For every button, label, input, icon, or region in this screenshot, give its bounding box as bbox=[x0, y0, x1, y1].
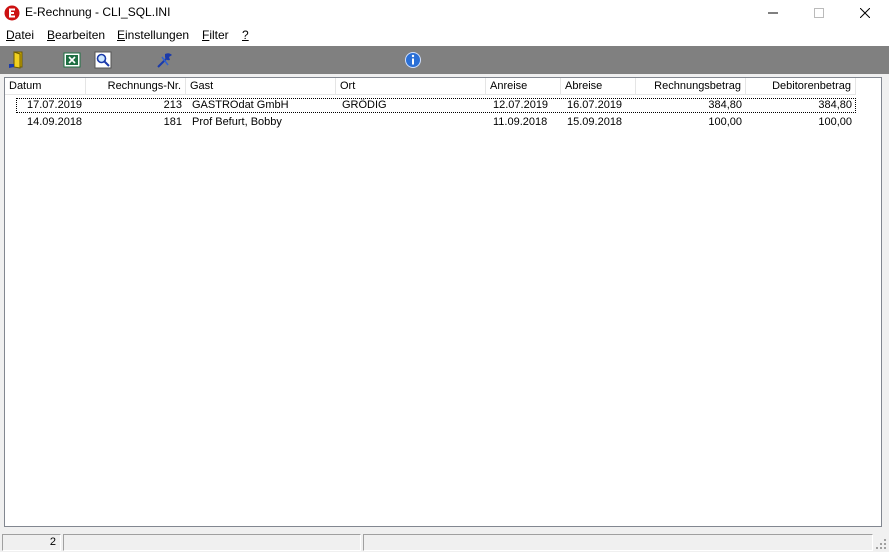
toolbar bbox=[0, 46, 889, 74]
column-header-debitorenbetrag[interactable]: Debitorenbetrag bbox=[746, 78, 856, 95]
tools-icon[interactable] bbox=[156, 51, 174, 69]
cell-rechnungsbetrag: 384,80 bbox=[708, 99, 742, 111]
status-bar: 2 bbox=[0, 531, 889, 552]
app-logo-icon bbox=[4, 5, 20, 21]
exit-door-icon[interactable] bbox=[9, 51, 27, 69]
menu-filter[interactable]: Filter bbox=[202, 28, 229, 42]
menu-help[interactable]: ? bbox=[242, 28, 249, 42]
cell-abreise: 16.07.2019 bbox=[567, 99, 623, 111]
column-header-datum[interactable]: Datum bbox=[5, 78, 86, 95]
cell-ort bbox=[338, 116, 486, 130]
close-icon bbox=[860, 8, 870, 18]
cell-datum: 17.07.2019 bbox=[27, 99, 83, 111]
menu-bearbeiten[interactable]: Bearbeiten bbox=[47, 28, 105, 42]
column-header-anreise[interactable]: Anreise bbox=[486, 78, 561, 95]
cell-ort: GRÖDIG bbox=[342, 99, 387, 111]
resize-grip-icon[interactable] bbox=[875, 538, 887, 550]
cell-debitorenbetrag: 100,00 bbox=[818, 116, 852, 128]
menu-bar: Datei Bearbeiten Einstellungen Filter ? bbox=[0, 26, 889, 46]
minimize-button[interactable] bbox=[750, 0, 796, 26]
cell-debitorenbetrag: 384,80 bbox=[818, 99, 852, 111]
info-icon[interactable] bbox=[404, 51, 422, 69]
table-row[interactable]: 17.07.2019 213 GASTROdat GmbH GRÖDIG 12.… bbox=[5, 98, 881, 113]
cell-rechnungs-nr: 181 bbox=[163, 116, 182, 128]
cell-anreise: 12.07.2019 bbox=[493, 99, 549, 111]
cell-anreise: 11.09.2018 bbox=[493, 116, 548, 128]
minimize-icon bbox=[768, 12, 778, 14]
excel-icon[interactable] bbox=[63, 51, 81, 69]
menu-datei[interactable]: Datei bbox=[6, 28, 34, 42]
menu-einstellungen[interactable]: Einstellungen bbox=[117, 28, 189, 42]
search-icon[interactable] bbox=[94, 51, 112, 69]
cell-abreise: 15.09.2018 bbox=[567, 116, 623, 128]
list-header: Datum Rechnungs-Nr. Gast Ort Anreise Abr… bbox=[5, 78, 881, 96]
status-record-count: 2 bbox=[2, 534, 61, 551]
close-button[interactable] bbox=[842, 0, 888, 26]
maximize-icon bbox=[814, 8, 824, 18]
column-header-ort[interactable]: Ort bbox=[336, 78, 486, 95]
cell-rechnungsbetrag: 100,00 bbox=[708, 116, 742, 128]
status-panel-2 bbox=[63, 534, 361, 551]
window-title: E-Rechnung - CLI_SQL.INI bbox=[25, 5, 171, 19]
status-panel-3 bbox=[363, 534, 873, 551]
column-header-rechnungsbetrag[interactable]: Rechnungsbetrag bbox=[636, 78, 746, 95]
invoice-list[interactable]: Datum Rechnungs-Nr. Gast Ort Anreise Abr… bbox=[4, 77, 882, 527]
cell-gast: GASTROdat GmbH bbox=[192, 99, 289, 111]
column-header-abreise[interactable]: Abreise bbox=[561, 78, 636, 95]
column-header-gast[interactable]: Gast bbox=[186, 78, 336, 95]
cell-gast: Prof Befurt, Bobby bbox=[192, 116, 282, 128]
maximize-button[interactable] bbox=[796, 0, 842, 26]
table-row[interactable]: 14.09.2018 181 Prof Befurt, Bobby 11.09.… bbox=[5, 115, 881, 130]
title-bar: E-Rechnung - CLI_SQL.INI bbox=[0, 0, 889, 26]
cell-rechnungs-nr: 213 bbox=[163, 99, 182, 111]
column-header-rechnungs-nr[interactable]: Rechnungs-Nr. bbox=[86, 78, 186, 95]
cell-datum: 14.09.2018 bbox=[27, 116, 83, 128]
